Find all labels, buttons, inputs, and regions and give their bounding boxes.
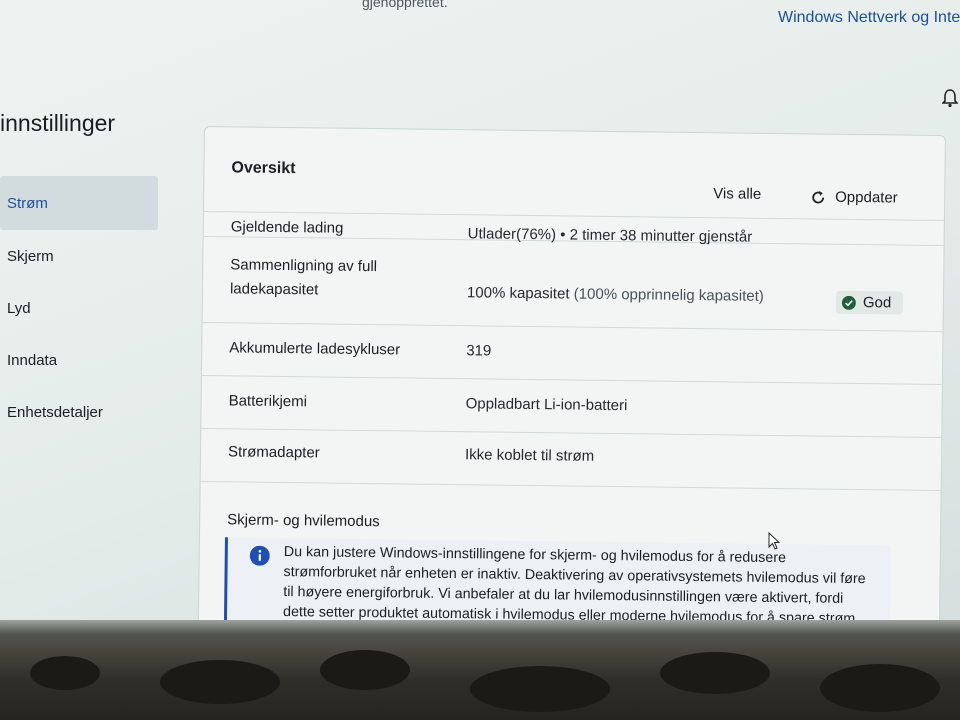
network-link[interactable]: Windows Nettverk og Inter [778, 9, 960, 27]
refresh-icon [812, 190, 825, 203]
cycles-row: Akkumulerte ladesykluser 319 [201, 322, 943, 386]
mouse-cursor-icon [768, 532, 781, 550]
status-badge: God [835, 290, 904, 315]
sidebar-item-power[interactable]: Strøm [0, 176, 158, 230]
sleep-section-title: Skjerm- og hvilemodus [227, 511, 380, 531]
capacity-note: (100% opprinnelig kapasitet) [573, 285, 764, 305]
sidebar-item-sound[interactable]: Lyd [0, 282, 158, 334]
settings-screen: gjenopprettet. Windows Nettverk og Inter… [0, 0, 960, 628]
sleep-info-box: Du kan justere Windows-innstillingene fo… [223, 537, 891, 628]
check-circle-icon [841, 295, 856, 310]
chemistry-value: Oppladbart Li-ion-batteri [465, 395, 628, 415]
refresh-label: Oppdater [835, 188, 898, 207]
sidebar-item-input[interactable]: Inndata [0, 334, 158, 386]
capacity-value: 100% kapasitet (100% opprinnelig kapasit… [467, 284, 764, 305]
sleep-info-text: Du kan justere Windows-innstillingene fo… [282, 544, 866, 628]
capacity-label: Sammenligning av full ladekapasitet [229, 256, 378, 299]
overview-title: Oversikt [231, 159, 296, 178]
capacity-row: Sammenligning av full ladekapasitet 100%… [202, 237, 944, 333]
cycles-label: Akkumulerte ladesykluser [229, 339, 401, 359]
app-title: innstillinger [0, 110, 116, 136]
desk-background [0, 620, 960, 720]
chemistry-row: Batterikjemi Oppladbart Li-ion-batteri [201, 375, 942, 439]
adapter-label: Strømadapter [227, 443, 320, 462]
sidebar-item-display[interactable]: Skjerm [0, 230, 158, 282]
overview-panel: Oversikt Vis alle Oppdater Gjeldende lad… [197, 126, 946, 628]
status-label: God [862, 294, 892, 312]
sidebar: Strøm Skjerm Lyd Inndata Enhetsdetaljer [0, 176, 158, 438]
current-charge-label: Gjeldende lading [230, 218, 344, 237]
chemistry-label: Batterikjemi [228, 392, 308, 411]
notification-text: gjenopprettet. [362, 0, 448, 10]
info-icon [249, 545, 270, 566]
refresh-button[interactable]: Oppdater [810, 188, 898, 206]
show-all-button[interactable]: Vis alle [713, 185, 761, 203]
cycles-value: 319 [466, 342, 492, 360]
adapter-value: Ikke koblet til strøm [464, 446, 595, 465]
sidebar-item-device-details[interactable]: Enhetsdetaljer [0, 386, 158, 438]
adapter-row: Strømadapter Ikke koblet til strøm [200, 428, 942, 492]
overview-header: Oversikt Vis alle Oppdater [203, 127, 945, 222]
bell-icon[interactable] [942, 88, 958, 108]
capacity-main: 100% kapasitet [466, 284, 574, 303]
